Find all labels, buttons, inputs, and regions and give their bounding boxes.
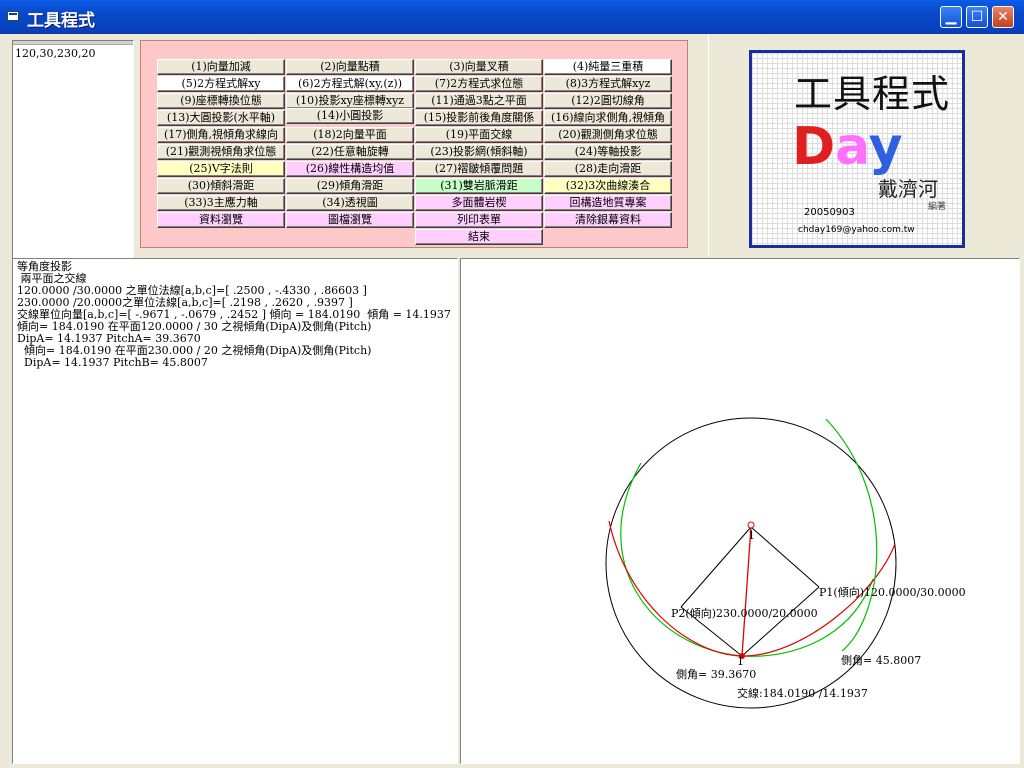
p2-label: P2(傾向)230.0000/20.0000 [671, 606, 818, 620]
function-button[interactable]: (28)走向滑距 [544, 161, 672, 177]
function-button[interactable]: (18)2向量平面 [286, 127, 414, 143]
p1-label: P1(傾向)120.0000/30.0000 [819, 585, 966, 599]
function-button[interactable]: (24)等軸投影 [544, 144, 672, 160]
divider [708, 34, 709, 256]
logo-edit: 編著 [928, 202, 947, 212]
function-button[interactable]: 回構造地質專案 [544, 195, 672, 211]
close-button[interactable]: ✕ [992, 6, 1014, 28]
minimize-icon: ▁ [945, 9, 957, 25]
logo-brand: Day [792, 117, 903, 177]
function-button[interactable]: (30)傾斜滑距 [157, 178, 285, 194]
function-button[interactable]: (7)2方程式求位態 [415, 76, 543, 92]
function-button[interactable]: (10)投影xy座標轉xyz [286, 93, 414, 109]
intersection-line [741, 526, 752, 657]
function-button-panel: (1)向量加減 (2)向量點積 (3)向量叉積 (4)純量三重積 (5)2方程式解xy(… [140, 40, 688, 248]
function-button[interactable]: (27)褶皺傾覆問題 [415, 161, 543, 177]
function-button[interactable]: (20)觀測側角求位態 [544, 127, 672, 143]
logo-email: chday169@yahoo.com.tw [798, 225, 915, 235]
logo-date: 20050903 [804, 207, 855, 218]
window-title: 工具程式 [27, 11, 95, 31]
p1-line [750, 526, 820, 588]
function-button[interactable]: (19)平面交線 [415, 127, 543, 143]
maximize-icon: ☐ [970, 9, 984, 25]
function-button[interactable]: (11)通過3點之平面 [415, 93, 543, 109]
function-button[interactable]: (31)雙岩脈滑距 [415, 178, 543, 194]
input-list[interactable]: 120,30,230,20 [12, 40, 134, 262]
function-button[interactable]: (2)向量點積 [286, 59, 414, 75]
input-value[interactable]: 120,30,230,20 [13, 45, 133, 62]
function-button[interactable]: 清除銀幕資料 [544, 212, 672, 228]
p2-line [680, 526, 752, 608]
function-button[interactable]: (12)2圓切線角 [544, 93, 672, 109]
function-button[interactable]: (14)小圓投影 [286, 108, 414, 124]
logo-title: 工具程式 [794, 72, 951, 116]
logo-author: 戴濟河 [878, 177, 938, 201]
function-button[interactable]: (32)3次曲線湊合 [544, 178, 672, 194]
function-button[interactable]: (5)2方程式解xy [157, 76, 285, 92]
function-button[interactable]: (13)大圓投影(水平軸) [157, 110, 285, 126]
function-button[interactable]: 圖檔瀏覽 [286, 212, 414, 228]
function-button[interactable]: (6)2方程式解(xy,(z)) [286, 76, 414, 92]
main-window: 120,30,230,20 (1)向量加減 (2)向量點積 (3)向量叉積 (4)純量… [4, 34, 1020, 764]
function-button[interactable]: (25)V字法則 [157, 161, 285, 177]
minimize-button[interactable]: ▁ [940, 6, 962, 28]
function-button[interactable]: (17)側角,視傾角求線向 [157, 127, 285, 143]
great-circle-p1 [620, 462, 874, 657]
function-button[interactable]: 列印表單 [415, 212, 543, 228]
app-icon[interactable] [7, 11, 19, 21]
pitch-a-label: 側角= 39.3670 [676, 668, 756, 681]
function-button[interactable]: 多面體岩楔 [415, 195, 543, 211]
label-top: 1 [748, 529, 755, 542]
function-button[interactable]: (34)透視圖 [286, 195, 414, 211]
stereonet-svg: 1 1 P1(傾向)120.0000/30.0000 P2(傾向)230.000… [605, 417, 966, 709]
function-button[interactable]: (26)線性構造均值 [286, 161, 414, 177]
function-button[interactable]: (21)觀測視傾角求位態 [157, 144, 285, 160]
function-button[interactable]: (4)純量三重積 [544, 59, 672, 75]
function-button[interactable]: (23)投影網(傾斜軸) [415, 144, 543, 160]
function-button[interactable]: (16)線向求側角,視傾角 [544, 110, 672, 126]
maximize-button[interactable]: ☐ [966, 6, 988, 28]
function-button[interactable]: 結束 [415, 229, 543, 245]
function-button[interactable]: (9)座標轉換位態 [157, 93, 285, 109]
function-button[interactable]: (3)向量叉積 [415, 59, 543, 75]
pitch-b-label: 側角= 45.8007 [841, 654, 921, 667]
stereonet-plot: 1 1 P1(傾向)120.0000/30.0000 P2(傾向)230.000… [460, 258, 1020, 764]
function-button[interactable]: (8)3方程式解xyz [544, 76, 672, 92]
function-button[interactable]: 資料瀏覽 [157, 212, 285, 228]
close-icon: ✕ [997, 9, 1009, 25]
center-pole [747, 521, 755, 529]
output-text[interactable]: 等角度投影 兩平面之交線 120.0000 /30.0000 之單位法線[a,b,… [12, 258, 458, 764]
logo-image: 工具程式 Day 戴濟河 編著 20050903 chday169@yahoo.… [752, 53, 962, 245]
title-bar: 工具程式 ▁ ☐ ✕ [0, 0, 1024, 34]
label-bottom: 1 [737, 655, 744, 668]
output-line: DipA= 14.1937 PitchB= 45.8007 [17, 356, 208, 369]
function-button[interactable]: (22)任意軸旋轉 [286, 144, 414, 160]
intersection-label: 交線:184.0190 /14.1937 [737, 686, 868, 700]
logo-frame: 工具程式 Day 戴濟河 編著 20050903 chday169@yahoo.… [749, 50, 965, 248]
function-button[interactable]: (33)3主應力軸 [157, 195, 285, 211]
function-button[interactable]: (15)投影前後角度關係 [415, 110, 543, 126]
function-button[interactable]: (1)向量加減 [157, 59, 285, 75]
function-button[interactable]: (29)傾角滑距 [286, 178, 414, 194]
